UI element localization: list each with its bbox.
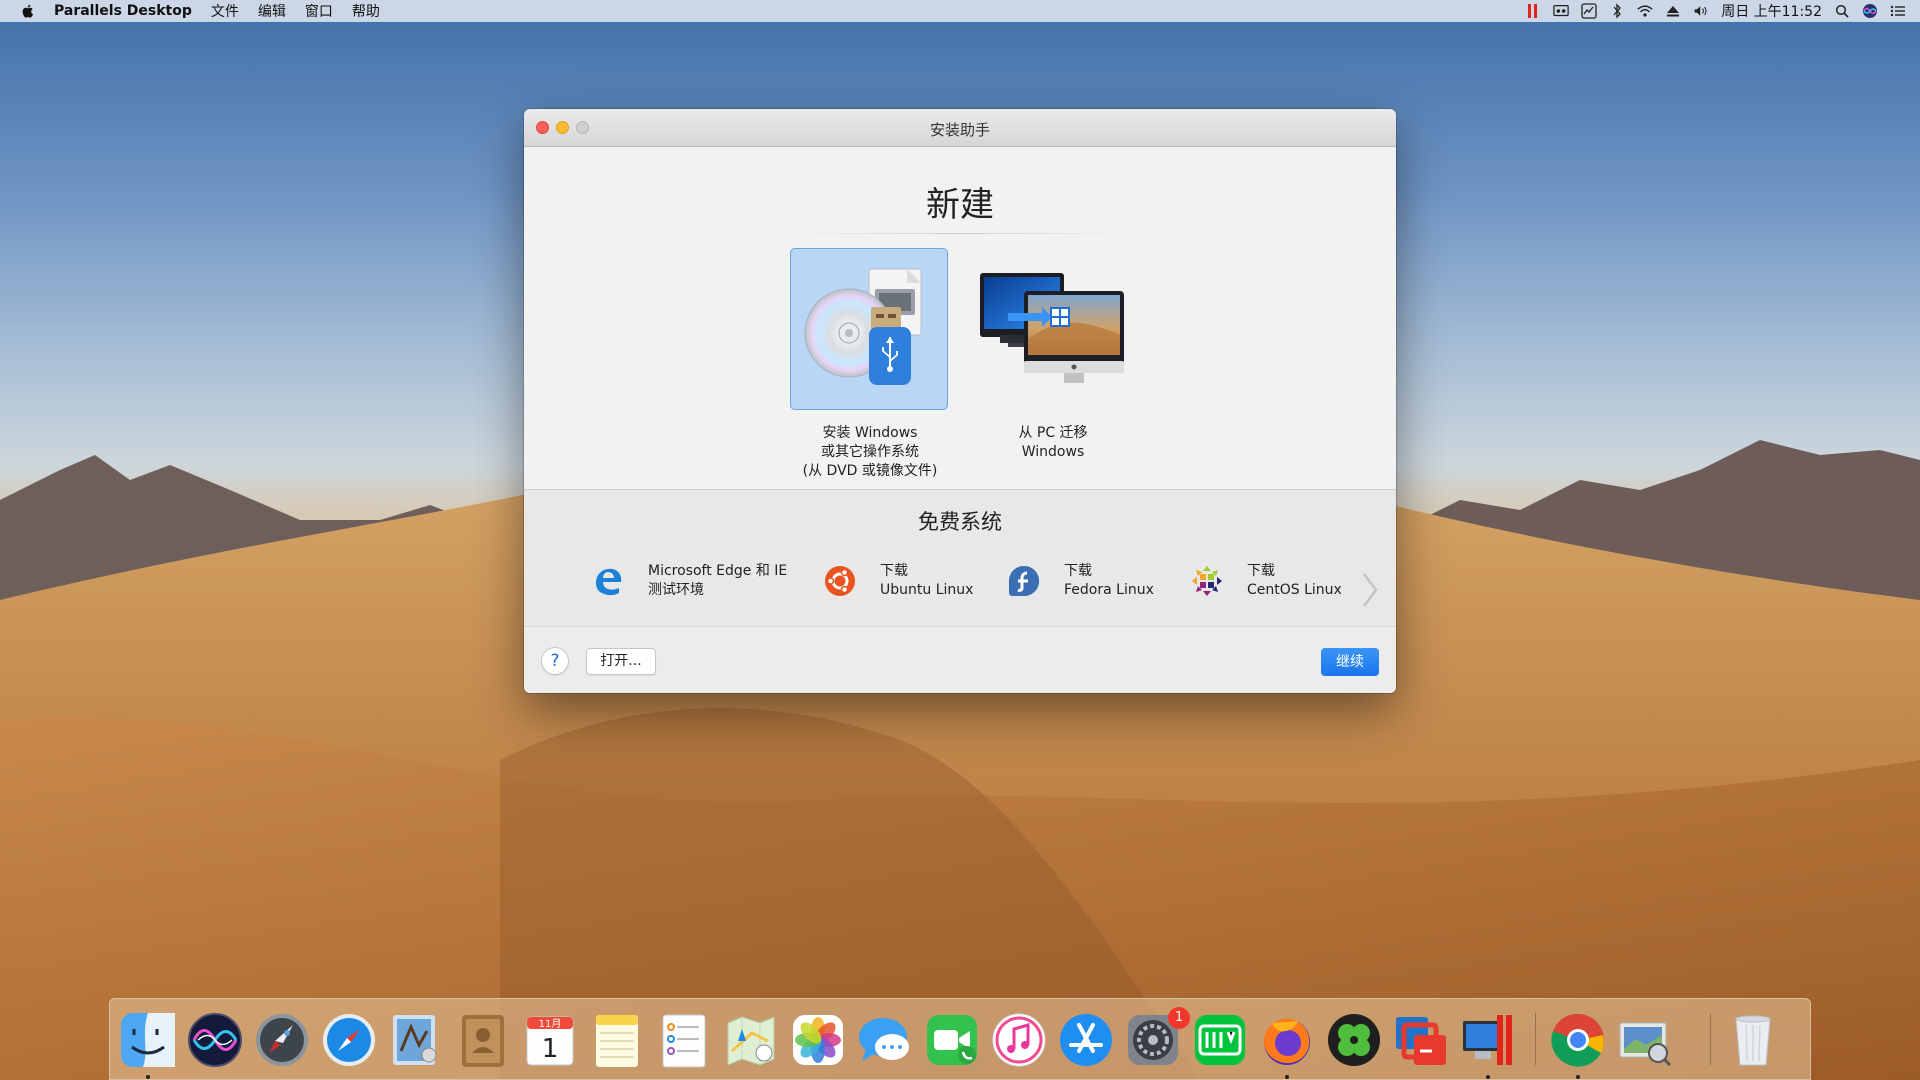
calendar-month-label: 11月	[539, 1018, 562, 1030]
volume-icon[interactable]	[1693, 3, 1709, 19]
free-systems-heading: 免费系统	[918, 510, 1002, 534]
firefox-running-indicator	[1285, 1075, 1289, 1079]
preview-icon[interactable]	[1616, 1011, 1674, 1069]
install-media-icon	[804, 268, 922, 385]
finder-running-indicator	[146, 1075, 150, 1079]
list-icon[interactable]	[1890, 3, 1906, 19]
cast-icon[interactable]	[1553, 3, 1569, 19]
vmware-icon[interactable]	[1392, 1011, 1450, 1069]
free-item-ubuntu-line-1: 下载	[880, 563, 908, 579]
mail-icon[interactable]	[387, 1011, 445, 1069]
chrome-icon[interactable]	[1549, 1011, 1607, 1069]
chevron-right-icon[interactable]	[1360, 570, 1380, 610]
free-item-edge[interactable]: Microsoft Edge 和 IE 测试环境	[590, 560, 787, 602]
menu-app-name[interactable]: Parallels Desktop	[54, 3, 192, 19]
free-item-fedora-line-2: Fedora Linux	[1064, 582, 1154, 598]
notes-icon[interactable]	[588, 1011, 646, 1069]
new-section: 新建 安装 Windows 或其它操作系统 (从 DVD 或镜像文件) 从 PC…	[524, 147, 1396, 489]
option-install-windows-label: 安装 Windows 或其它操作系统 (从 DVD 或镜像文件)	[790, 424, 950, 481]
bluetooth-icon[interactable]	[1609, 3, 1625, 19]
option-install-windows-tile[interactable]	[790, 248, 948, 410]
section-heading: 新建	[926, 185, 994, 225]
dock-separator	[1535, 1013, 1536, 1065]
option-migrate-line-2: Windows	[1021, 444, 1085, 460]
dock: 11月 1 1	[109, 998, 1811, 1080]
window-titlebar[interactable]: 安装助手	[524, 109, 1396, 147]
window-title: 安装助手	[929, 121, 990, 139]
maps-icon[interactable]	[722, 1011, 780, 1069]
free-item-fedora[interactable]: 下载 Fedora Linux	[1006, 560, 1154, 602]
reminders-icon[interactable]	[655, 1011, 713, 1069]
free-item-ubuntu[interactable]: 下载 Ubuntu Linux	[822, 560, 973, 602]
free-item-edge-line-1: Microsoft Edge 和 IE	[648, 563, 788, 579]
apple-menu-icon[interactable]	[20, 3, 36, 19]
help-button[interactable]: ?	[541, 647, 569, 675]
trash-icon[interactable]	[1724, 1011, 1782, 1069]
free-item-ubuntu-line-2: Ubuntu Linux	[880, 582, 974, 598]
menu-clock[interactable]: 周日 上午11:52	[1721, 1, 1822, 21]
activity-icon[interactable]	[1581, 3, 1597, 19]
wifi-icon[interactable]	[1637, 3, 1653, 19]
itunes-icon[interactable]	[990, 1011, 1048, 1069]
parallels-icon[interactable]	[1525, 3, 1541, 19]
option-install-windows[interactable]: 安装 Windows 或其它操作系统 (从 DVD 或镜像文件)	[790, 248, 950, 481]
photos-icon[interactable]	[789, 1011, 847, 1069]
free-systems-section: 免费系统 Microsoft Edge 和 IE 测试环境 下载 Ubuntu …	[524, 489, 1396, 627]
installation-assistant-window: 安装助手 新建 安装 Windows 或其它操作系统 (从 DVD 或镜像文件)…	[524, 109, 1396, 693]
open-button[interactable]: 打开...	[586, 648, 656, 675]
free-item-centos[interactable]: 下载 CentOS Linux	[1189, 560, 1342, 602]
menu-help[interactable]: 帮助	[352, 1, 380, 21]
pc-migrate-icon	[980, 273, 1124, 383]
messages-icon[interactable]	[856, 1011, 914, 1069]
option-migrate-pc-label: 从 PC 迁移 Windows	[973, 424, 1133, 462]
system-preferences-badge: 1	[1168, 1007, 1190, 1029]
siri-icon[interactable]	[186, 1011, 244, 1069]
app-store-icon[interactable]	[1057, 1011, 1115, 1069]
facetime-icon[interactable]	[923, 1011, 981, 1069]
menu-bar: Parallels Desktop 文件 编辑 窗口 帮助 周日 上午11:52	[0, 0, 1920, 22]
contacts-icon[interactable]	[454, 1011, 512, 1069]
option-install-line-3: (从 DVD 或镜像文件)	[802, 463, 938, 479]
free-item-centos-line-1: 下载	[1247, 563, 1275, 579]
option-migrate-line-1: 从 PC 迁移	[1018, 425, 1088, 441]
fedora-icon	[1006, 563, 1042, 599]
window-footer: ? 打开... 继续	[524, 627, 1396, 693]
continue-button[interactable]: 继续	[1321, 648, 1379, 676]
clover-icon[interactable]	[1325, 1011, 1383, 1069]
calendar-icon[interactable]: 11月1	[521, 1011, 579, 1069]
option-install-line-2: 或其它操作系统	[821, 444, 919, 460]
launchpad-icon[interactable]	[253, 1011, 311, 1069]
firefox-icon[interactable]	[1258, 1011, 1316, 1069]
free-item-edge-line-2: 测试环境	[648, 582, 704, 598]
dock-separator-trash	[1710, 1013, 1711, 1065]
option-migrate-pc-tile[interactable]	[973, 248, 1131, 410]
option-install-line-1: 安装 Windows	[822, 425, 918, 441]
siri-icon[interactable]	[1862, 3, 1878, 19]
edge-icon	[590, 563, 626, 599]
chrome-running-indicator	[1576, 1075, 1580, 1079]
parallels-running-indicator	[1486, 1075, 1490, 1079]
ubuntu-icon	[822, 563, 858, 599]
menu-edit[interactable]: 编辑	[258, 1, 286, 21]
menu-window[interactable]: 窗口	[305, 1, 333, 21]
heading-divider	[790, 233, 1130, 234]
eject-icon[interactable]	[1665, 3, 1681, 19]
free-item-centos-line-2: CentOS Linux	[1247, 582, 1342, 598]
free-item-fedora-line-1: 下载	[1064, 563, 1092, 579]
option-migrate-pc[interactable]: 从 PC 迁移 Windows	[973, 248, 1133, 462]
calendar-day-label: 1	[542, 1034, 559, 1064]
safari-icon[interactable]	[320, 1011, 378, 1069]
menu-file[interactable]: 文件	[211, 1, 239, 21]
search-icon[interactable]	[1834, 3, 1850, 19]
parallels-desktop-icon[interactable]	[1459, 1011, 1517, 1069]
finder-icon[interactable]	[119, 1011, 177, 1069]
centos-icon	[1189, 563, 1225, 599]
iqiyi-icon[interactable]	[1191, 1011, 1249, 1069]
